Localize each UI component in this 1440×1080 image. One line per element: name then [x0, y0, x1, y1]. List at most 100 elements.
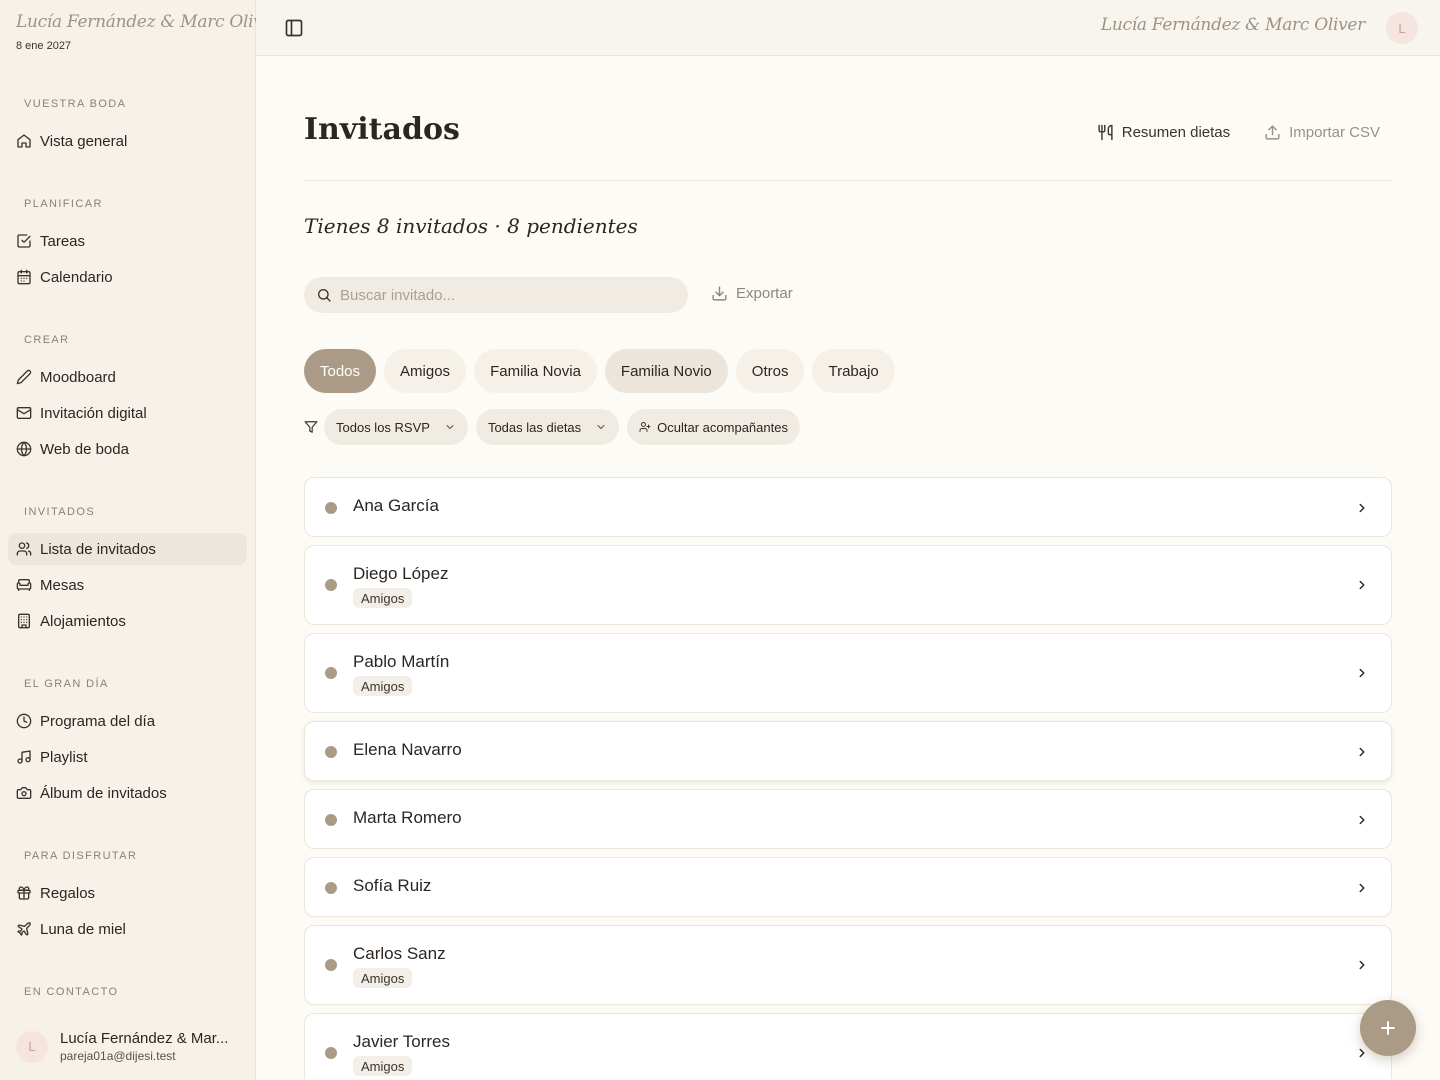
sidebar-item-mesas[interactable]: Mesas: [8, 569, 247, 601]
header-actions: Resumen dietas Importar CSV: [1097, 124, 1380, 141]
filter-icon: [304, 421, 318, 433]
guest-row[interactable]: Marta Romero: [304, 789, 1392, 849]
sidebar-item-vista-general[interactable]: Vista general: [8, 125, 247, 157]
topbar: Lucía Fernández & Marc Oliver L: [256, 0, 1440, 56]
sidebar-item-label: Alojamientos: [40, 612, 126, 630]
add-guest-button[interactable]: [1360, 1000, 1416, 1056]
guest-row[interactable]: Ana García: [304, 477, 1392, 537]
sidebar-item-label: Regalos: [40, 884, 96, 902]
rsvp-status-dot: [325, 959, 337, 971]
topbar-avatar[interactable]: L: [1386, 12, 1418, 44]
sidebar-item-regalos[interactable]: Regalos: [8, 877, 247, 909]
rsvp-status-dot: [325, 502, 337, 514]
hide-companions-label: Ocultar acompañantes: [657, 419, 788, 435]
diet-filter-select[interactable]: Todas las dietas: [475, 409, 620, 445]
guest-group-tag: Amigos: [353, 1056, 413, 1076]
sidebar-item-label: Web de boda: [40, 440, 129, 458]
import-csv-button[interactable]: Importar CSV: [1264, 124, 1380, 141]
pencil-icon: [16, 369, 32, 385]
sidebar-item-playlist[interactable]: Playlist: [8, 741, 247, 773]
chevron-down-icon: [597, 425, 605, 429]
sidebar-item-web-de-boda[interactable]: Web de boda: [8, 433, 247, 465]
tab-todos[interactable]: Todos: [304, 349, 377, 393]
search-input[interactable]: [340, 286, 660, 304]
sidebar-item-tareas[interactable]: Tareas: [8, 225, 247, 257]
sidebar-toggle-icon[interactable]: [284, 18, 304, 38]
sidebar-item-label: Lista de invitados: [40, 540, 156, 558]
tab-trabajo[interactable]: Trabajo: [812, 349, 895, 393]
nav-section-en-contacto: EN CONTACTO: [24, 986, 119, 998]
hide-companions-toggle[interactable]: Ocultar acompañantes: [627, 409, 800, 445]
nav-section-planificar: PLANIFICAR: [24, 198, 103, 210]
rsvp-status-dot: [325, 746, 337, 758]
sidebar-item-label: Luna de miel: [40, 920, 126, 938]
guest-name: Pablo Martín: [353, 652, 450, 671]
globe-icon: [16, 441, 32, 457]
rsvp-status-dot: [325, 882, 337, 894]
guest-row[interactable]: Diego López Amigos: [304, 545, 1392, 625]
brand: Lucía Fernández & Marc Oliver 8 ene 2027: [16, 12, 280, 52]
guest-row[interactable]: Javier Torres Amigos: [304, 1013, 1392, 1079]
guest-row[interactable]: Carlos Sanz Amigos: [304, 925, 1392, 1005]
nav-section-invitados: INVITADOS: [24, 506, 96, 518]
user-email: pareja01a@dijesi.test: [60, 1049, 176, 1063]
building-icon: [18, 613, 30, 629]
guest-group-tag: Amigos: [353, 588, 413, 608]
category-tabs: Todos Amigos Familia Novia Familia Novio…: [304, 349, 895, 393]
chevron-down-icon: [446, 425, 454, 429]
sidebar-item-luna-de-miel[interactable]: Luna de miel: [8, 913, 247, 945]
sofa-icon: [16, 579, 32, 591]
guest-row[interactable]: Elena Navarro: [304, 721, 1392, 781]
sidebar-item-label: Álbum de invitados: [40, 784, 167, 802]
sidebar-item-lista-de-invitados[interactable]: Lista de invitados: [8, 533, 247, 565]
user-info: Lucía Fernández & Mar... pareja01a@dijes…: [60, 1030, 235, 1063]
gift-icon: [17, 886, 31, 900]
sidebar-item-moodboard[interactable]: Moodboard: [8, 361, 247, 393]
tab-otros[interactable]: Otros: [735, 349, 805, 393]
chevron-right-icon: [1359, 1048, 1365, 1058]
guest-name: Diego López: [353, 564, 449, 583]
export-button[interactable]: Exportar: [711, 285, 793, 302]
download-icon: [712, 286, 727, 301]
tab-amigos[interactable]: Amigos: [384, 349, 467, 393]
guest-name: Javier Torres: [353, 1032, 450, 1051]
wedding-date: 8 ene 2027: [16, 40, 72, 52]
diet-summary-button[interactable]: Resumen dietas: [1097, 124, 1230, 141]
user-profile[interactable]: L Lucía Fernández & Mar... pareja01a@dij…: [16, 1030, 235, 1063]
sidebar-item-album-de-invitados[interactable]: Álbum de invitados: [8, 777, 247, 809]
rsvp-status-dot: [325, 814, 337, 826]
guest-row[interactable]: Sofía Ruiz: [304, 857, 1392, 917]
sidebar-item-label: Invitación digital: [40, 404, 147, 422]
sidebar-item-programa-del-dia[interactable]: Programa del día: [8, 705, 247, 737]
plane-icon: [17, 922, 31, 936]
rsvp-filter-select[interactable]: Todos los RSVP: [324, 409, 468, 445]
guest-name: Carlos Sanz: [353, 944, 446, 963]
rsvp-status-dot: [325, 667, 337, 679]
nav-section-para-disfrutar: PARA DISFRUTAR: [24, 850, 138, 862]
sidebar-item-calendario[interactable]: Calendario: [8, 261, 247, 293]
search-icon: [318, 289, 331, 302]
guest-name: Elena Navarro: [353, 740, 462, 759]
guest-group-tag: Amigos: [353, 968, 413, 988]
sidebar-item-invitacion-digital[interactable]: Invitación digital: [8, 397, 247, 429]
export-label: Exportar: [736, 285, 793, 302]
home-icon: [17, 134, 31, 148]
users-icon: [16, 542, 32, 556]
avatar: L: [16, 1030, 48, 1063]
sidebar-item-alojamientos[interactable]: Alojamientos: [8, 605, 247, 637]
chevron-right-icon: [1359, 815, 1365, 825]
guest-group-tag: Amigos: [353, 676, 413, 696]
rsvp-status-dot: [325, 1047, 337, 1059]
utensils-icon: [1098, 124, 1113, 141]
guest-row[interactable]: Pablo Martín Amigos: [304, 633, 1392, 713]
nav-section-crear: CREAR: [24, 334, 70, 346]
header-divider: [304, 180, 1392, 181]
sidebar-item-label: Vista general: [40, 132, 128, 150]
topbar-couple-name: Lucía Fernández & Marc Oliver: [1100, 15, 1365, 35]
tab-familia-novio[interactable]: Familia Novio: [604, 349, 728, 393]
chevron-right-icon: [1359, 580, 1365, 590]
chevron-right-icon: [1359, 883, 1365, 893]
diet-summary-label: Resumen dietas: [1121, 124, 1231, 141]
tab-familia-novia[interactable]: Familia Novia: [474, 349, 597, 393]
user-plus-icon: [639, 422, 651, 432]
